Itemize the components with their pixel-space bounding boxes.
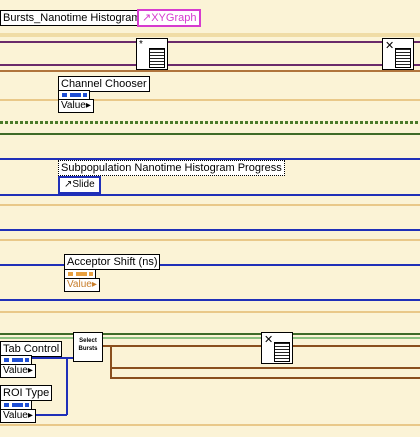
orange-wire-top <box>0 33 420 37</box>
channel-label-text: Channel Chooser <box>61 78 147 90</box>
graph-label-text: Bursts_Nanotime Histogram <box>3 12 141 24</box>
document-icon <box>395 48 411 68</box>
roi-label: ROI Type <box>0 385 53 401</box>
channel-value-text: Value <box>61 100 86 111</box>
channel-value[interactable]: Value▸ <box>58 99 94 113</box>
select-line2: Bursts <box>78 346 98 352</box>
reference-icon: ↗ <box>142 12 152 24</box>
bottom-wire <box>0 424 420 426</box>
subvi-node-2[interactable]: ✕ <box>382 38 414 70</box>
brown-wire-vert <box>110 347 112 379</box>
graph-label: Bursts_Nanotime Histogram <box>0 10 144 26</box>
select-line1: Select <box>79 338 97 344</box>
purple-wire-top2 <box>0 64 420 66</box>
progress-label-text-main: Subpopulation Nanotime Histogram Progres… <box>61 162 282 174</box>
blue-wire-2 <box>0 194 420 196</box>
blue-wire-3 <box>0 229 420 231</box>
brown-wire-lower-2 <box>110 367 420 369</box>
blue-wire-4 <box>0 264 420 266</box>
acceptor-label: Acceptor Shift (ns) <box>64 254 161 270</box>
close-icon: ✕ <box>385 40 395 52</box>
xygraph-terminal[interactable]: ↗XYGraph <box>137 9 202 27</box>
acceptor-label-text: Acceptor Shift (ns) <box>67 256 158 268</box>
green-wire-4 <box>0 337 420 339</box>
acceptor-value-text: Value <box>67 279 92 290</box>
close-icon: ✕ <box>264 334 274 346</box>
subvi-icon: * <box>139 39 143 50</box>
select-bursts-node[interactable]: Select Bursts <box>73 332 103 362</box>
acceptor-value[interactable]: Value▸ <box>64 278 100 292</box>
roi-value-text: Value <box>3 410 28 421</box>
blue-wire-5 <box>0 299 420 301</box>
xygraph-label: XYGraph <box>151 12 197 24</box>
roi-value[interactable]: Value▸ <box>0 409 36 423</box>
orange-wire-3 <box>0 204 420 206</box>
document-icon <box>149 48 165 68</box>
brown-wire-1 <box>0 70 420 72</box>
brown-wire-lower-3 <box>110 377 420 379</box>
tab-value[interactable]: Value▸ <box>0 364 36 378</box>
document-icon <box>274 342 290 362</box>
green-wire-2 <box>0 133 420 135</box>
purple-wire-top <box>0 41 420 43</box>
progress-label: SlideSubpopulation Nanotime Histogram Pr… <box>58 160 285 176</box>
progress-slide-text: Slide <box>72 179 95 190</box>
green-wire-1 <box>0 121 420 124</box>
tab-label-text: Tab Control <box>3 343 60 355</box>
green-wire-3 <box>0 333 420 335</box>
orange-wire-5 <box>0 311 420 313</box>
roi-wire-v <box>66 359 68 415</box>
roi-label-text: ROI Type <box>3 387 50 399</box>
progress-slide[interactable]: ↗Slide <box>58 176 101 194</box>
subvi-node-3[interactable]: ✕ <box>261 332 293 364</box>
subvi-node-1[interactable]: * <box>136 38 168 70</box>
tab-value-text: Value <box>3 365 28 376</box>
orange-wire-4 <box>0 239 420 241</box>
